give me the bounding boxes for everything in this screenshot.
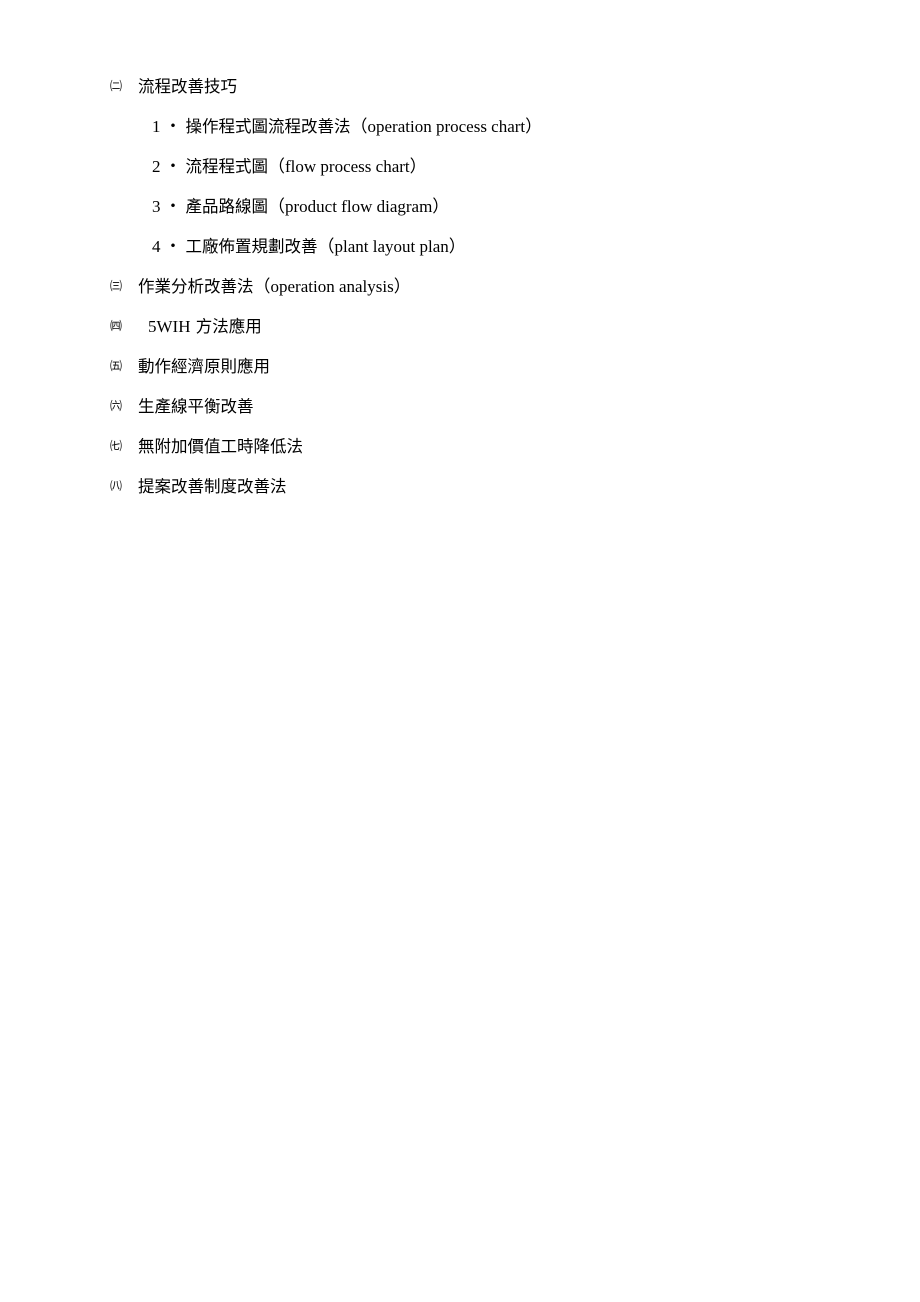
section-marker: ㈤ <box>110 359 123 373</box>
item-english: （operation process chart） <box>350 117 543 136</box>
section-title: 動作經濟原則應用 <box>138 357 270 376</box>
list-item: 1 ・操作程式圖流程改善法（operation process chart） <box>152 115 542 139</box>
section-english: （operation analysis） <box>253 277 411 296</box>
section-title: 無附加價值工時降低法 <box>138 437 303 456</box>
section-title: 作業分析改善法 <box>138 277 254 296</box>
section-marker: ㈢ <box>110 279 123 293</box>
item-title: 流程程式圖 <box>185 157 269 176</box>
section-marker: ㈧ <box>110 479 123 493</box>
section-heading: ㈦ 無附加價值工時降低法 <box>110 435 303 459</box>
item-number: 3 <box>152 197 161 216</box>
item-separator: ・ <box>164 197 182 216</box>
section-marker: ㈣ <box>110 319 123 333</box>
item-number: 4 <box>152 237 161 256</box>
section-prefix: 5WIH <box>148 317 191 336</box>
list-item: 3 ・產品路線圖（product flow diagram） <box>152 195 449 219</box>
document-page: ㈡流程改善技巧 1 ・操作程式圖流程改善法（operation process c… <box>0 0 920 1302</box>
section-heading: ㈢ 作業分析改善法（operation analysis） <box>110 275 411 299</box>
section-marker: ㈦ <box>110 439 123 453</box>
section-marker: ㈥ <box>110 399 123 413</box>
item-number: 1 <box>152 117 161 136</box>
section-title: 提案改善制度改善法 <box>138 477 287 496</box>
item-english: （product flow diagram） <box>268 197 450 216</box>
item-separator: ・ <box>164 237 182 256</box>
list-item: 2 ・流程程式圖（flow process chart） <box>152 155 427 179</box>
section-title: 生產線平衡改善 <box>138 397 254 416</box>
section-heading: ㈡ 流程改善技巧 <box>110 75 237 99</box>
section-title: 方法應用 <box>190 317 262 336</box>
section-marker: ㈡ <box>110 79 123 93</box>
section-title: 流程改善技巧 <box>138 77 237 96</box>
list-item: 4 ・工廠佈置規劃改善（plant layout plan） <box>152 235 466 259</box>
item-title: 產品路線圖 <box>185 197 269 216</box>
item-title: 工廠佈置規劃改善 <box>185 237 318 256</box>
section-heading: ㈥ 生產線平衡改善 <box>110 395 254 419</box>
item-english: （plant layout plan） <box>317 237 466 256</box>
item-separator: ・ <box>164 157 182 176</box>
section-heading: ㈣ 5WIH 方法應用 <box>110 315 262 339</box>
item-english: （flow process chart） <box>268 157 427 176</box>
item-separator: ・ <box>164 117 182 136</box>
item-title: 操作程式圖流程改善法 <box>185 117 351 136</box>
section-heading: ㈤ 動作經濟原則應用 <box>110 355 270 379</box>
item-number: 2 <box>152 157 161 176</box>
section-heading: ㈧ 提案改善制度改善法 <box>110 475 287 499</box>
